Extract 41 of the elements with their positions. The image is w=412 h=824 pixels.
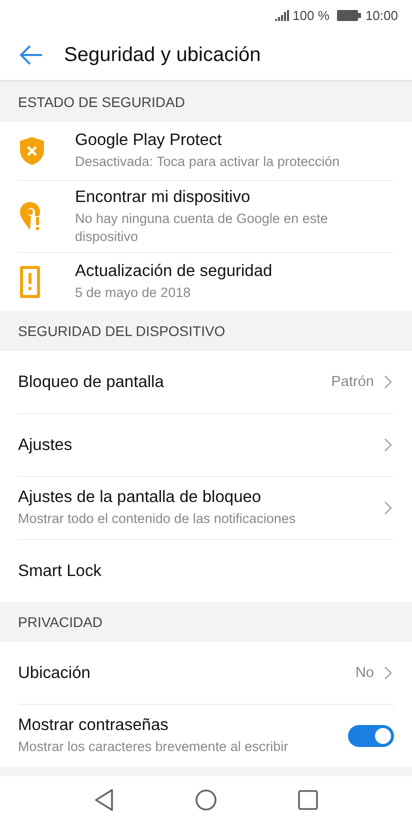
row-title: Bloqueo de pantalla [18,372,165,392]
toggle-switch[interactable] [348,725,394,747]
back-icon[interactable] [94,789,114,811]
section-header: SEGURIDAD DEL DISPOSITIVO [0,311,412,352]
settings-row[interactable]: Smart Lock [18,540,394,602]
settings-row[interactable]: Mostrar contraseñas Mostrar los caracteres brevemente al escribir [18,705,394,767]
back-arrow-icon[interactable] [19,45,43,65]
row-subtitle: 5 de mayo de 2018 [75,284,192,302]
settings-row[interactable]: Google Play Protect Desactivada: Toca para activar la protección [18,122,394,181]
recents-icon[interactable] [298,790,318,810]
settings-row[interactable]: Encontrar mi dispositivo No hay ninguna cuenta de Google en este dispositivo [18,180,394,254]
row-subtitle: Desactivada: Toca para activar la protección [75,153,341,171]
battery-icon [337,10,362,20]
signal-icon [274,10,289,20]
row-title: Mostrar contraseñas [18,716,170,736]
home-icon[interactable] [195,789,217,811]
row-title: Actualización de seguridad [75,262,274,282]
settings-row[interactable]: Bloqueo de pantalla Patrón [18,351,394,414]
battery-percentage: 100 % [292,8,330,22]
phone-alert-icon [20,266,40,298]
row-subtitle: Mostrar los caracteres brevemente al escribir [18,738,290,756]
row-value: Patrón [331,374,374,390]
row-title: Ubicación [18,664,92,682]
settings-row[interactable]: Actualización de seguridad 5 de mayo de 2018 [18,253,394,312]
row-title: Google Play Protect [75,131,223,150]
settings-row[interactable]: Ajustes [18,414,394,478]
settings-row[interactable]: Ajustes de la pantalla de bloqueo Mostrar todo el contenido de las notificaciones [18,477,394,540]
row-title: Smart Lock [18,562,102,581]
section-header: PRIVACIDAD [0,602,412,642]
row-subtitle: Mostrar todo el contenido de las notificaciones [18,510,297,528]
row-title: Encontrar mi dispositivo [75,188,252,207]
clock: 10:00 [365,8,398,22]
shield-icon [20,136,44,165]
row-value: No [355,665,374,681]
location-pin-icon [20,202,42,232]
row-title: Ajustes [18,436,74,455]
settings-row[interactable]: Ubicación No [18,642,394,705]
row-subtitle: No hay ninguna cuenta de Google en este dispositivo [75,210,329,246]
section-header: ESTADO DE SEGURIDAD [0,82,412,122]
row-title: Ajustes de la pantalla de bloqueo [18,488,262,508]
screen-title: Seguridad y ubicación [64,44,261,66]
